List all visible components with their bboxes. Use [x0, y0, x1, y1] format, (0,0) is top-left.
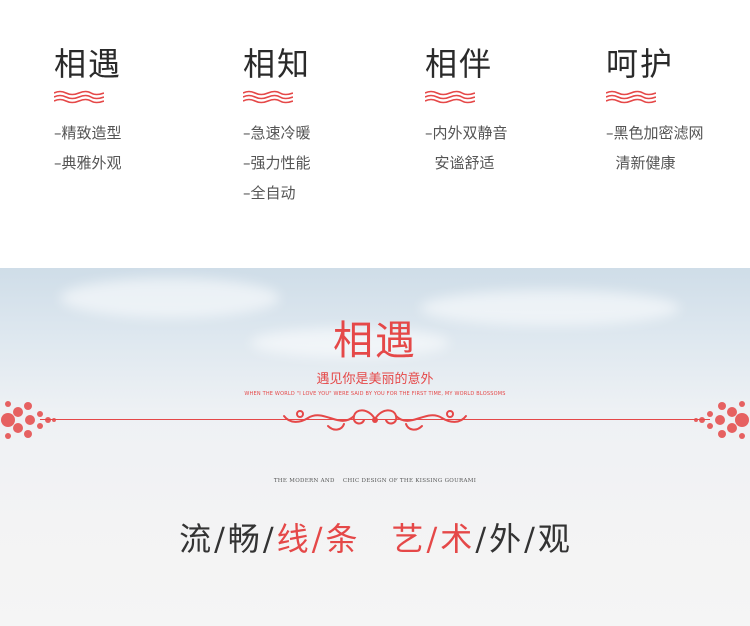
slogan-char: 线 [276, 520, 310, 558]
feature-item: 清新健康 [606, 154, 676, 172]
banner-english: WHEN THE WORLD "I LOVE YOU" WERE SAID BY… [244, 391, 506, 397]
feature-column-2: 相知 –急速冷暖 –强力性能 –全自动 [243, 44, 423, 208]
slogan-char: 流 [179, 520, 213, 558]
slogan-char: / [426, 520, 439, 558]
slogan-char: / [262, 520, 275, 558]
feature-item: –内外双静音 [425, 124, 508, 142]
red-wave-icon [606, 90, 656, 104]
red-wave-icon [54, 90, 104, 104]
red-wave-icon [425, 90, 475, 104]
feature-column-1: 相遇 –精致造型 –典雅外观 [54, 44, 234, 178]
slogan-char: 条 [325, 520, 359, 558]
red-scroll-ornament [283, 409, 467, 431]
feature-title: 呵护 [606, 45, 675, 83]
feature-item: –精致造型 [54, 124, 122, 142]
feature-item: –典雅外观 [54, 154, 122, 172]
feature-column-4: 呵护 –黑色加密滤网 清新健康 [606, 44, 750, 178]
banner-section: 相遇 遇见你是美丽的意外 WHEN THE WORLD "I LOVE YOU"… [0, 268, 750, 626]
feature-title: 相遇 [54, 45, 123, 83]
slogan: 流/畅/线/条 艺/术/外/观 [0, 514, 750, 560]
slogan-char: 术 [440, 520, 474, 558]
feature-item: 安谧舒适 [425, 154, 495, 172]
feature-title: 相知 [243, 45, 312, 83]
slogan-char: / [524, 520, 536, 558]
slogan-char: 畅 [227, 520, 261, 558]
slogan-char: 艺 [391, 520, 425, 558]
banner-subtitle: 遇见你是美丽的意外 [316, 372, 434, 387]
slogan-char: 外 [489, 520, 523, 558]
feature-title: 相伴 [425, 45, 494, 83]
red-wave-icon [243, 90, 293, 104]
feature-item: –强力性能 [243, 154, 311, 172]
slogan-char [358, 514, 391, 560]
red-floral-ornament [694, 401, 749, 439]
slogan-char: 观 [537, 520, 571, 558]
features-section: 相遇 –精致造型 –典雅外观 相知 –急速冷暖 –强力性能 –全自动 相伴 –内… [0, 0, 750, 268]
feature-item: –全自动 [243, 184, 296, 202]
slogan-char: / [311, 520, 324, 558]
red-floral-ornament [1, 401, 56, 439]
feature-item: –急速冷暖 [243, 124, 311, 142]
feature-item: –黑色加密滤网 [606, 124, 704, 142]
banner-title: 相遇 [333, 318, 417, 364]
slogan-char: / [214, 520, 226, 558]
feature-column-3: 相伴 –内外双静音 安谧舒适 [425, 44, 605, 178]
banner-tagline: THE MODERN AND CHIC DESIGN OF THE KISSIN… [273, 478, 477, 484]
slogan-char: / [475, 520, 488, 558]
